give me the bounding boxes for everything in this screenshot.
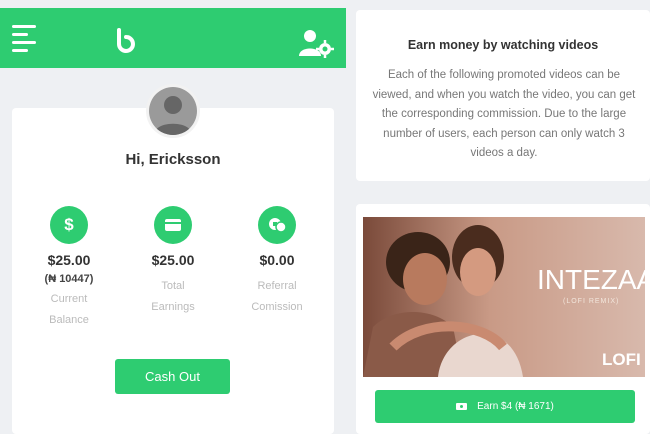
earn-button-label: Earn $4 (₦ 1671) xyxy=(477,401,554,412)
thumbnail-badge: LOFI xyxy=(602,350,641,369)
earn-button[interactable]: Earn $4 (₦ 1671) xyxy=(375,390,635,423)
thumbnail-title: INTEZAAR xyxy=(537,264,650,295)
stat-label-line2: Comission xyxy=(251,301,303,313)
stat-value: $0.00 xyxy=(259,252,295,268)
info-text: Each of the following promoted videos ca… xyxy=(372,69,636,159)
video-camera-icon xyxy=(456,403,468,410)
stat-label-line2: Earnings xyxy=(151,301,195,313)
stat-label: Current Balance xyxy=(24,289,114,331)
stat-referral-commission: $0.00 Referral Comission xyxy=(232,206,322,318)
brand-logo-icon[interactable] xyxy=(112,28,140,54)
left-panel: Hi, Ericksson $ $25.00 (₦ 10447) Current… xyxy=(0,0,346,434)
stat-label-line1: Total xyxy=(161,280,185,292)
stat-naira-value: (₦ 10447) xyxy=(44,273,94,285)
dollar-icon: $ xyxy=(50,206,88,244)
stat-value: $25.00 xyxy=(47,252,91,268)
cash-out-button[interactable]: Cash Out xyxy=(115,359,230,394)
thumbnail-subtitle: (LOFI REMIX) xyxy=(563,298,620,305)
user-settings-icon[interactable] xyxy=(298,28,334,58)
hamburger-menu-icon[interactable] xyxy=(12,25,36,52)
top-navbar xyxy=(0,8,346,68)
stat-value: $25.00 xyxy=(151,252,195,268)
referral-icon xyxy=(258,206,296,244)
stat-total-earnings: $25.00 Total Earnings xyxy=(128,206,218,318)
greeting-text: Hi, Ericksson xyxy=(125,151,221,168)
stat-label-line1: Current xyxy=(50,293,88,305)
stat-label: Total Earnings xyxy=(128,276,218,318)
stat-label: Referral Comission xyxy=(232,276,322,318)
stat-label-line2: Balance xyxy=(49,314,89,326)
stat-label-line1: Referral xyxy=(257,280,297,292)
stat-current-balance: $ $25.00 (₦ 10447) Current Balance xyxy=(24,206,114,331)
info-card: Earn money by watching videos Each of th… xyxy=(356,10,650,181)
info-title: Earn money by watching videos xyxy=(407,38,599,52)
user-avatar-icon xyxy=(146,84,200,138)
wallet-icon xyxy=(154,206,192,244)
